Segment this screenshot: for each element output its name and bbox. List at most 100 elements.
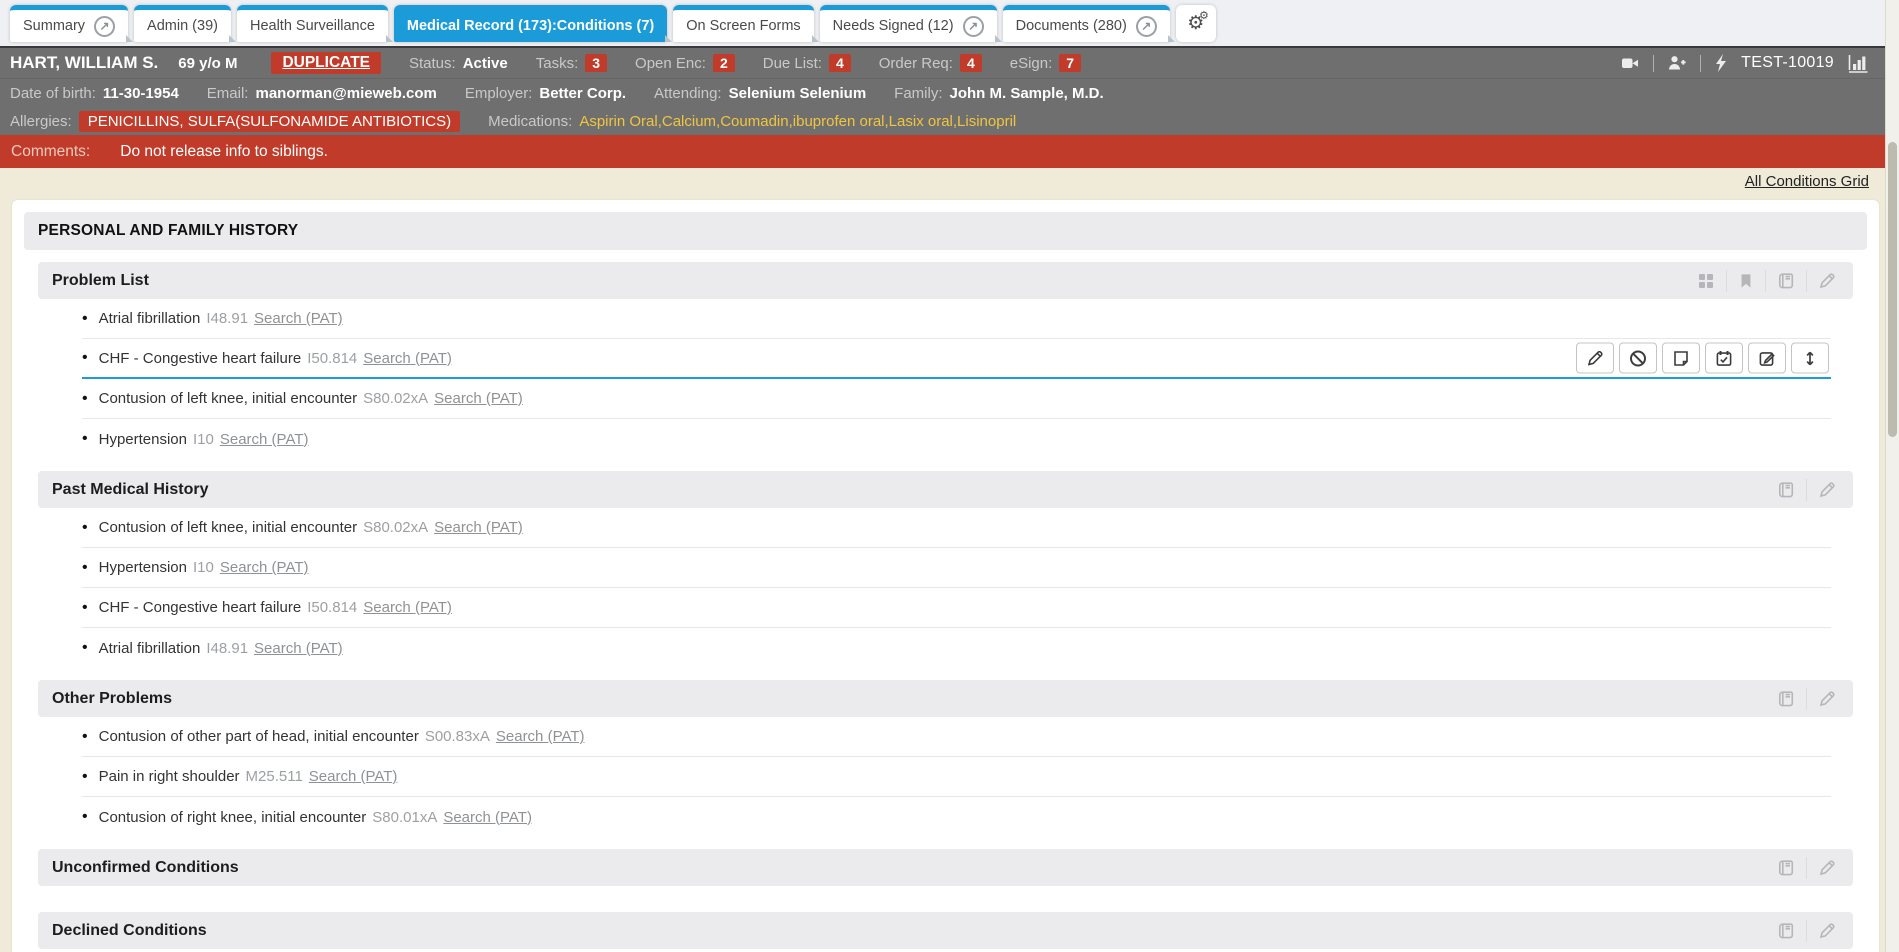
condition-search-link[interactable]: Search (PAT)	[309, 768, 398, 785]
condition-search-link[interactable]: Search (PAT)	[363, 599, 452, 616]
condition-code: I50.814	[307, 599, 357, 616]
tab-needs-signed[interactable]: Needs Signed (12) ↗	[820, 5, 997, 42]
duplicate-badge[interactable]: DUPLICATE	[271, 52, 381, 74]
tab-summary[interactable]: Summary ↗	[10, 5, 128, 42]
tasks-count-badge[interactable]: 3	[585, 54, 607, 72]
condition-search-link[interactable]: Search (PAT)	[363, 350, 452, 367]
edit-details-button[interactable]	[1748, 343, 1786, 374]
video-visit-icon[interactable]	[1620, 54, 1640, 72]
add-person-icon[interactable]	[1667, 54, 1687, 72]
book-button[interactable]	[1766, 920, 1806, 942]
bullet-icon: •	[82, 640, 88, 656]
edit-condition-button[interactable]	[1576, 343, 1614, 374]
popout-icon[interactable]: ↗	[963, 16, 984, 37]
edit-pencil-button[interactable]	[1806, 920, 1847, 942]
condition-item[interactable]: • Contusion of right knee, initial encou…	[82, 797, 1831, 837]
condition-search-link[interactable]: Search (PAT)	[496, 728, 585, 745]
condition-search-link[interactable]: Search (PAT)	[434, 390, 523, 407]
condition-item[interactable]: • CHF - Congestive heart failure I50.814…	[82, 339, 1831, 379]
esign-count-badge[interactable]: 7	[1059, 54, 1081, 72]
medication-link[interactable]: Calcium	[662, 113, 720, 130]
condition-item[interactable]: • Hypertension I10 Search (PAT)	[82, 548, 1831, 588]
due-list-count-badge[interactable]: 4	[829, 54, 851, 72]
condition-name: Hypertension	[99, 431, 187, 448]
tab-on-screen-forms[interactable]: On Screen Forms	[673, 5, 813, 42]
medication-link[interactable]: Lisinopril	[957, 113, 1016, 130]
subsection-declined-conditions: Declined Conditions	[38, 912, 1853, 949]
chart-stats-icon[interactable]	[1847, 54, 1869, 73]
condition-item[interactable]: • Contusion of left knee, initial encoun…	[82, 379, 1831, 419]
condition-search-link[interactable]: Search (PAT)	[220, 431, 309, 448]
condition-code: S80.02xA	[363, 519, 428, 536]
condition-code: S80.02xA	[363, 390, 428, 407]
condition-item[interactable]: • Contusion of other part of head, initi…	[82, 717, 1831, 757]
popout-icon[interactable]: ↗	[94, 16, 115, 37]
medications-label: Medications:	[488, 113, 572, 130]
condition-name: Atrial fibrillation	[99, 310, 201, 327]
condition-code: S80.01xA	[372, 809, 437, 826]
condition-item[interactable]: • Atrial fibrillation I48.91 Search (PAT…	[82, 299, 1831, 339]
bookmark-button[interactable]	[1726, 270, 1765, 292]
condition-name: Contusion of left knee, initial encounte…	[99, 390, 358, 407]
all-conditions-grid-link[interactable]: All Conditions Grid	[1745, 173, 1869, 190]
condition-search-link[interactable]: Search (PAT)	[254, 310, 343, 327]
book-button[interactable]	[1766, 857, 1806, 879]
tab-health-surveillance[interactable]: Health Surveillance	[237, 5, 388, 42]
book-button[interactable]	[1766, 688, 1806, 710]
book-button[interactable]	[1765, 270, 1806, 292]
edit-pencil-button[interactable]	[1806, 479, 1847, 501]
book-button[interactable]	[1766, 479, 1806, 501]
medication-link[interactable]: Aspirin Oral	[579, 113, 662, 130]
order-req-count-badge[interactable]: 4	[960, 54, 982, 72]
quick-action-bolt-icon[interactable]	[1714, 54, 1728, 72]
condition-search-link[interactable]: Search (PAT)	[254, 640, 343, 657]
settings-button[interactable]: ⚙ ⚙	[1176, 5, 1216, 42]
condition-search-link[interactable]: Search (PAT)	[220, 559, 309, 576]
bullet-icon: •	[82, 520, 88, 536]
attending-label: Attending:	[654, 85, 722, 102]
scrollbar-thumb[interactable]	[1888, 142, 1897, 437]
subsection-title: Other Problems	[52, 690, 172, 708]
open-enc-count-badge[interactable]: 2	[713, 54, 735, 72]
subsection-title: Declined Conditions	[52, 922, 207, 940]
condition-item[interactable]: • Hypertension I10 Search (PAT)	[82, 419, 1831, 459]
subsection-unconfirmed-conditions: Unconfirmed Conditions	[38, 849, 1853, 886]
schedule-check-button[interactable]	[1705, 343, 1743, 374]
subsection-other-problems: Other Problems	[38, 680, 1853, 717]
subsection-past-medical-history: Past Medical History	[38, 471, 1853, 508]
subsections: Problem List • Atrial fibrillation	[24, 262, 1867, 949]
vertical-scrollbar[interactable]	[1885, 0, 1899, 952]
condition-item[interactable]: • Contusion of left knee, initial encoun…	[82, 508, 1831, 548]
edit-pencil-button[interactable]	[1806, 270, 1847, 292]
tasks-label: Tasks:	[536, 55, 579, 72]
medication-link[interactable]: ibuprofen oral	[793, 113, 889, 130]
tab-medical-record-conditions[interactable]: Medical Record (173):Conditions (7)	[394, 5, 667, 42]
medication-link[interactable]: Coumadin	[720, 113, 793, 130]
condition-name: CHF - Congestive heart failure	[99, 350, 302, 367]
condition-code: I10	[193, 431, 214, 448]
tab-admin[interactable]: Admin (39)	[134, 5, 231, 42]
bullet-icon: •	[82, 600, 88, 616]
reorder-condition-button[interactable]	[1791, 343, 1829, 374]
bullet-icon: •	[82, 769, 88, 785]
condition-item[interactable]: • Atrial fibrillation I48.91 Search (PAT…	[82, 628, 1831, 668]
edit-pencil-button[interactable]	[1806, 688, 1847, 710]
condition-search-link[interactable]: Search (PAT)	[443, 809, 532, 826]
add-note-button[interactable]	[1662, 343, 1700, 374]
condition-item[interactable]: • Pain in right shoulder M25.511 Search …	[82, 757, 1831, 797]
allergy-badge[interactable]: PENICILLINS, SULFA(SULFONAMIDE ANTIBIOTI…	[79, 111, 460, 132]
tab-needs-signed-label: Needs Signed (12)	[833, 18, 954, 34]
edit-pencil-button[interactable]	[1806, 857, 1847, 879]
subsection-title: Problem List	[52, 272, 149, 290]
medication-link[interactable]: Lasix oral	[889, 113, 957, 130]
deactivate-condition-button[interactable]	[1619, 343, 1657, 374]
grid-view-button[interactable]	[1686, 270, 1726, 292]
subsection-actions	[1766, 920, 1847, 942]
condition-name: CHF - Congestive heart failure	[99, 599, 302, 616]
condition-item[interactable]: • CHF - Congestive heart failure I50.814…	[82, 588, 1831, 628]
tab-documents[interactable]: Documents (280) ↗	[1003, 5, 1170, 42]
popout-icon[interactable]: ↗	[1136, 16, 1157, 37]
other-problems-list: • Contusion of other part of head, initi…	[38, 717, 1853, 837]
condition-search-link[interactable]: Search (PAT)	[434, 519, 523, 536]
employer-value: Better Corp.	[539, 85, 626, 102]
